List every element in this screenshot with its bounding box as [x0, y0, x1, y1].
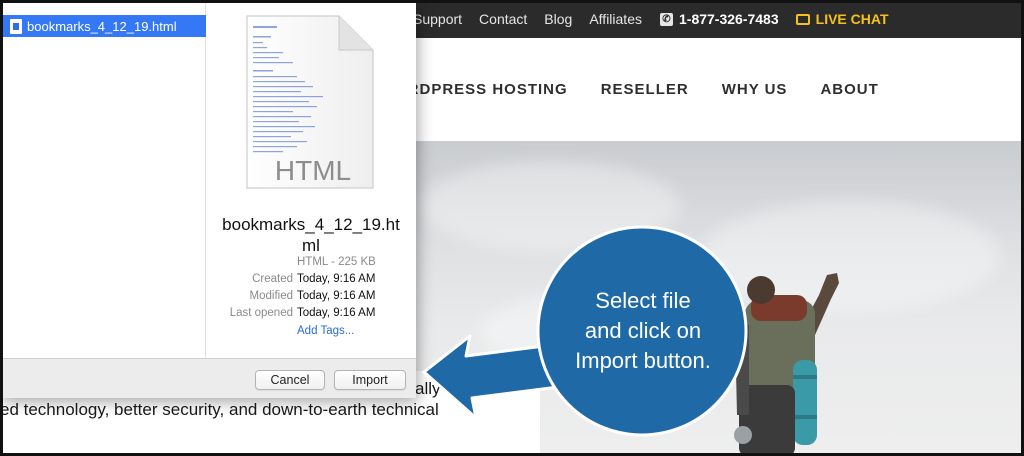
- meta-value-modified: Today, 9:16 AM: [297, 290, 376, 302]
- nav-wordpress-hosting[interactable]: ORDPRESS HOSTING: [395, 81, 568, 98]
- callout-line-1: Select file: [595, 288, 691, 313]
- top-bar-links: Support Contact Blog Affiliates ✆ 1-877-…: [413, 0, 889, 38]
- file-row-selected[interactable]: bookmarks_4_12_19.html: [0, 15, 206, 37]
- live-chat-label: LIVE CHAT: [815, 11, 889, 27]
- callout-line-2: and click on: [584, 318, 702, 343]
- nav-reseller[interactable]: RESELLER: [601, 81, 689, 98]
- phone-number: 1-877-326-7483: [679, 11, 779, 27]
- blog-link[interactable]: Blog: [544, 11, 572, 27]
- callout-line-3: Import button.: [575, 348, 711, 373]
- meta-value-last-opened: Today, 9:16 AM: [297, 307, 376, 319]
- meta-label-last-opened: Last opened: [229, 307, 293, 319]
- import-file-dialog: bookmarks_4_12_19.html HTML bookmarks_4_…: [0, 0, 416, 398]
- preview-file-name: bookmarks_4_12_19.html: [222, 215, 400, 255]
- file-list: bookmarks_4_12_19.html: [0, 0, 206, 358]
- add-tags-link[interactable]: Add Tags...: [297, 325, 354, 337]
- affiliates-link[interactable]: Affiliates: [589, 11, 642, 27]
- dialog-button-bar: Cancel Import: [0, 358, 416, 398]
- meta-label-modified: Modified: [249, 290, 293, 302]
- html-thumbnail-label: HTML: [275, 155, 351, 186]
- nav-why-us[interactable]: WHY US: [722, 81, 788, 98]
- meta-row-last-opened: Last opened Today, 9:16 AM: [206, 307, 416, 323]
- meta-value-created: Today, 9:16 AM: [297, 273, 376, 285]
- contact-link[interactable]: Contact: [479, 11, 527, 27]
- meta-row-modified: Modified Today, 9:16 AM: [206, 290, 416, 306]
- support-link[interactable]: Support: [413, 11, 462, 27]
- preview-file-kind: HTML - 225 KB: [297, 256, 376, 268]
- html-document-icon: HTML: [246, 15, 374, 189]
- hero-text-fragment: ally: [415, 379, 441, 398]
- callout-text: Select file and click on Import button.: [538, 286, 748, 376]
- meta-label-created: Created: [252, 273, 293, 285]
- nav-about[interactable]: ABOUT: [820, 81, 878, 98]
- import-button[interactable]: Import: [334, 370, 406, 390]
- chat-bubble-icon: [795, 13, 810, 25]
- hero-text: ed technology, better security, and down…: [0, 400, 439, 419]
- live-chat-link[interactable]: LIVE CHAT: [795, 11, 889, 27]
- meta-row-created: Created Today, 9:16 AM: [206, 273, 416, 289]
- phone-link[interactable]: ✆ 1-877-326-7483: [660, 11, 779, 27]
- cancel-button[interactable]: Cancel: [255, 370, 325, 390]
- file-row-label: bookmarks_4_12_19.html: [27, 18, 177, 34]
- file-preview-pane: HTML bookmarks_4_12_19.html HTML - 225 K…: [206, 0, 416, 358]
- phone-icon: ✆: [660, 12, 673, 26]
- html-file-icon: [10, 18, 22, 34]
